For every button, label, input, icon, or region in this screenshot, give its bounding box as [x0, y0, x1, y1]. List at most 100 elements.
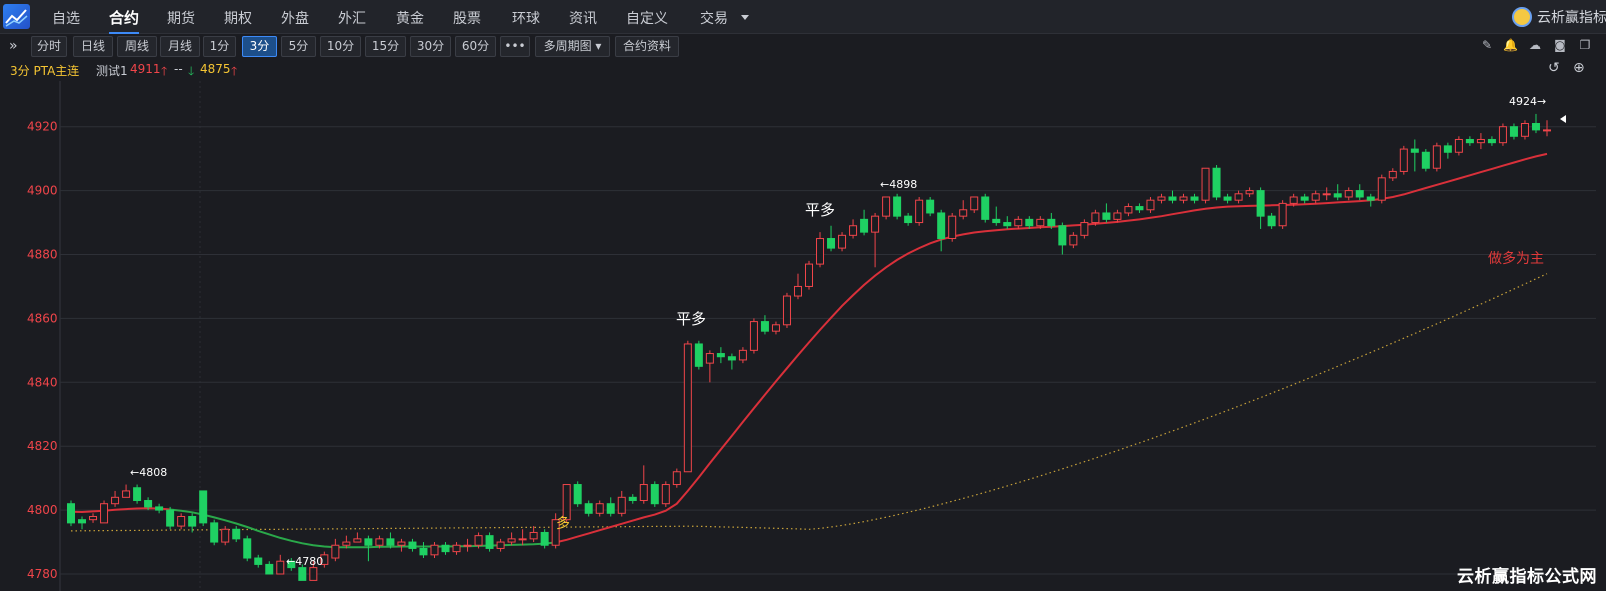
candle-body[interactable] — [738, 349, 747, 361]
candle-body[interactable] — [595, 503, 604, 514]
candle-body[interactable] — [133, 487, 142, 502]
candle-body[interactable] — [1300, 196, 1309, 201]
candle-body[interactable] — [210, 522, 219, 543]
pencil-icon[interactable]: ✎ — [1480, 38, 1494, 52]
candle-body[interactable] — [144, 500, 153, 508]
candle-body[interactable] — [265, 563, 274, 575]
candle-body[interactable] — [1190, 196, 1199, 201]
candle-body[interactable] — [1245, 190, 1254, 195]
candle-body[interactable] — [1465, 138, 1474, 144]
user-brand[interactable]: 云析赢指标 — [1512, 6, 1606, 28]
candle-body[interactable] — [1080, 222, 1089, 236]
candle-body[interactable] — [606, 503, 615, 514]
candle-body[interactable] — [694, 343, 703, 367]
period-button-2[interactable]: 周线 — [117, 36, 157, 57]
candle-body[interactable] — [1146, 199, 1155, 211]
kline-chart[interactable]: 4780 4800 4820 4840 4860 4880 4900 4920 ←4808 ←47… — [0, 81, 1606, 591]
candle-body[interactable] — [661, 484, 670, 505]
candle-body[interactable] — [1267, 215, 1276, 227]
candle-body[interactable] — [1531, 123, 1540, 131]
candle-body[interactable] — [1432, 145, 1441, 169]
period-button-11[interactable]: ••• — [500, 36, 530, 57]
candle-body[interactable] — [1003, 222, 1012, 227]
nav-tab-10[interactable]: 自定义 — [626, 8, 668, 28]
candle-body[interactable] — [1256, 190, 1265, 217]
candle-body[interactable] — [838, 234, 847, 249]
candle-body[interactable] — [871, 215, 880, 233]
candle-body[interactable] — [926, 199, 935, 214]
candle-body[interactable] — [1543, 129, 1551, 132]
candle-body[interactable] — [1102, 212, 1111, 220]
candle-body[interactable] — [155, 506, 164, 511]
candle-body[interactable] — [89, 515, 98, 521]
nav-tab-6[interactable]: 黄金 — [396, 8, 424, 28]
nav-tab-5[interactable]: 外汇 — [338, 8, 366, 28]
candle-body[interactable] — [309, 567, 318, 581]
candle-body[interactable] — [628, 496, 637, 502]
nav-tab-0[interactable]: 自选 — [52, 8, 80, 28]
candle-body[interactable] — [716, 353, 725, 358]
period-button-10[interactable]: 60分 — [455, 36, 496, 57]
candle-body[interactable] — [177, 515, 186, 527]
candle-body[interactable] — [816, 238, 825, 265]
candle-body[interactable] — [959, 209, 968, 217]
period-button-5[interactable]: 3分 — [242, 36, 277, 57]
candle-body[interactable] — [474, 535, 483, 546]
candle-body[interactable] — [276, 560, 285, 575]
candle-body[interactable] — [860, 218, 869, 233]
candle-body[interactable] — [1520, 123, 1529, 137]
candle-body[interactable] — [1212, 167, 1221, 198]
period-button-9[interactable]: 30分 — [410, 36, 451, 57]
candle-body[interactable] — [1069, 234, 1078, 246]
candle-body[interactable] — [529, 531, 538, 540]
candle-body[interactable] — [782, 295, 791, 326]
period-button-1[interactable]: 日线 — [73, 36, 113, 57]
candle-body[interactable] — [904, 215, 913, 224]
candle-body[interactable] — [1058, 225, 1067, 246]
period-button-7[interactable]: 10分 — [320, 36, 361, 57]
candle-body[interactable] — [882, 196, 891, 217]
candle-body[interactable] — [199, 490, 208, 524]
candle-body[interactable] — [584, 503, 593, 514]
candle-body[interactable] — [1223, 196, 1232, 201]
nav-tab-3[interactable]: 期权 — [224, 8, 252, 28]
candle-body[interactable] — [562, 484, 571, 521]
candle-body[interactable] — [1344, 190, 1353, 198]
candle-body[interactable] — [1322, 193, 1331, 196]
app-logo-icon[interactable] — [3, 4, 30, 29]
candle-body[interactable] — [221, 528, 230, 543]
candle-body[interactable] — [1047, 218, 1056, 227]
nav-tab-4[interactable]: 外盘 — [281, 8, 309, 28]
candle-body[interactable] — [419, 547, 428, 556]
candle-body[interactable] — [893, 196, 902, 217]
candle-body[interactable] — [67, 503, 75, 524]
candle-body[interactable] — [1091, 212, 1100, 224]
candle-body[interactable] — [463, 544, 472, 547]
candle-body[interactable] — [617, 496, 626, 514]
candle-body[interactable] — [1014, 218, 1023, 227]
candle-body[interactable] — [364, 538, 373, 546]
period-button-4[interactable]: 1分 — [203, 36, 236, 57]
candle-body[interactable] — [452, 544, 461, 553]
candle-body[interactable] — [353, 538, 362, 543]
camera-icon[interactable]: ◙ — [1553, 38, 1567, 52]
candle-body[interactable] — [992, 218, 1001, 224]
nav-tab-8[interactable]: 环球 — [512, 8, 540, 28]
candle-body[interactable] — [1399, 148, 1408, 172]
period-button-13[interactable]: 合约资料 — [615, 36, 679, 57]
candle-body[interactable] — [441, 544, 450, 553]
expand-chevron-icon[interactable]: » — [9, 38, 18, 54]
candle-body[interactable] — [507, 538, 516, 543]
candle-body[interactable] — [1234, 193, 1243, 201]
candle-body[interactable] — [1388, 170, 1397, 179]
candle-body[interactable] — [78, 519, 87, 524]
candle-body[interactable] — [827, 238, 836, 249]
candle-body[interactable] — [948, 215, 957, 240]
nav-tab-7[interactable]: 股票 — [453, 8, 481, 28]
candle-body[interactable] — [1410, 148, 1419, 153]
candle-body[interactable] — [1421, 151, 1430, 169]
candle-body[interactable] — [1157, 196, 1166, 201]
candle-body[interactable] — [1179, 196, 1188, 201]
candle-body[interactable] — [298, 567, 307, 581]
candle-body[interactable] — [122, 490, 131, 498]
